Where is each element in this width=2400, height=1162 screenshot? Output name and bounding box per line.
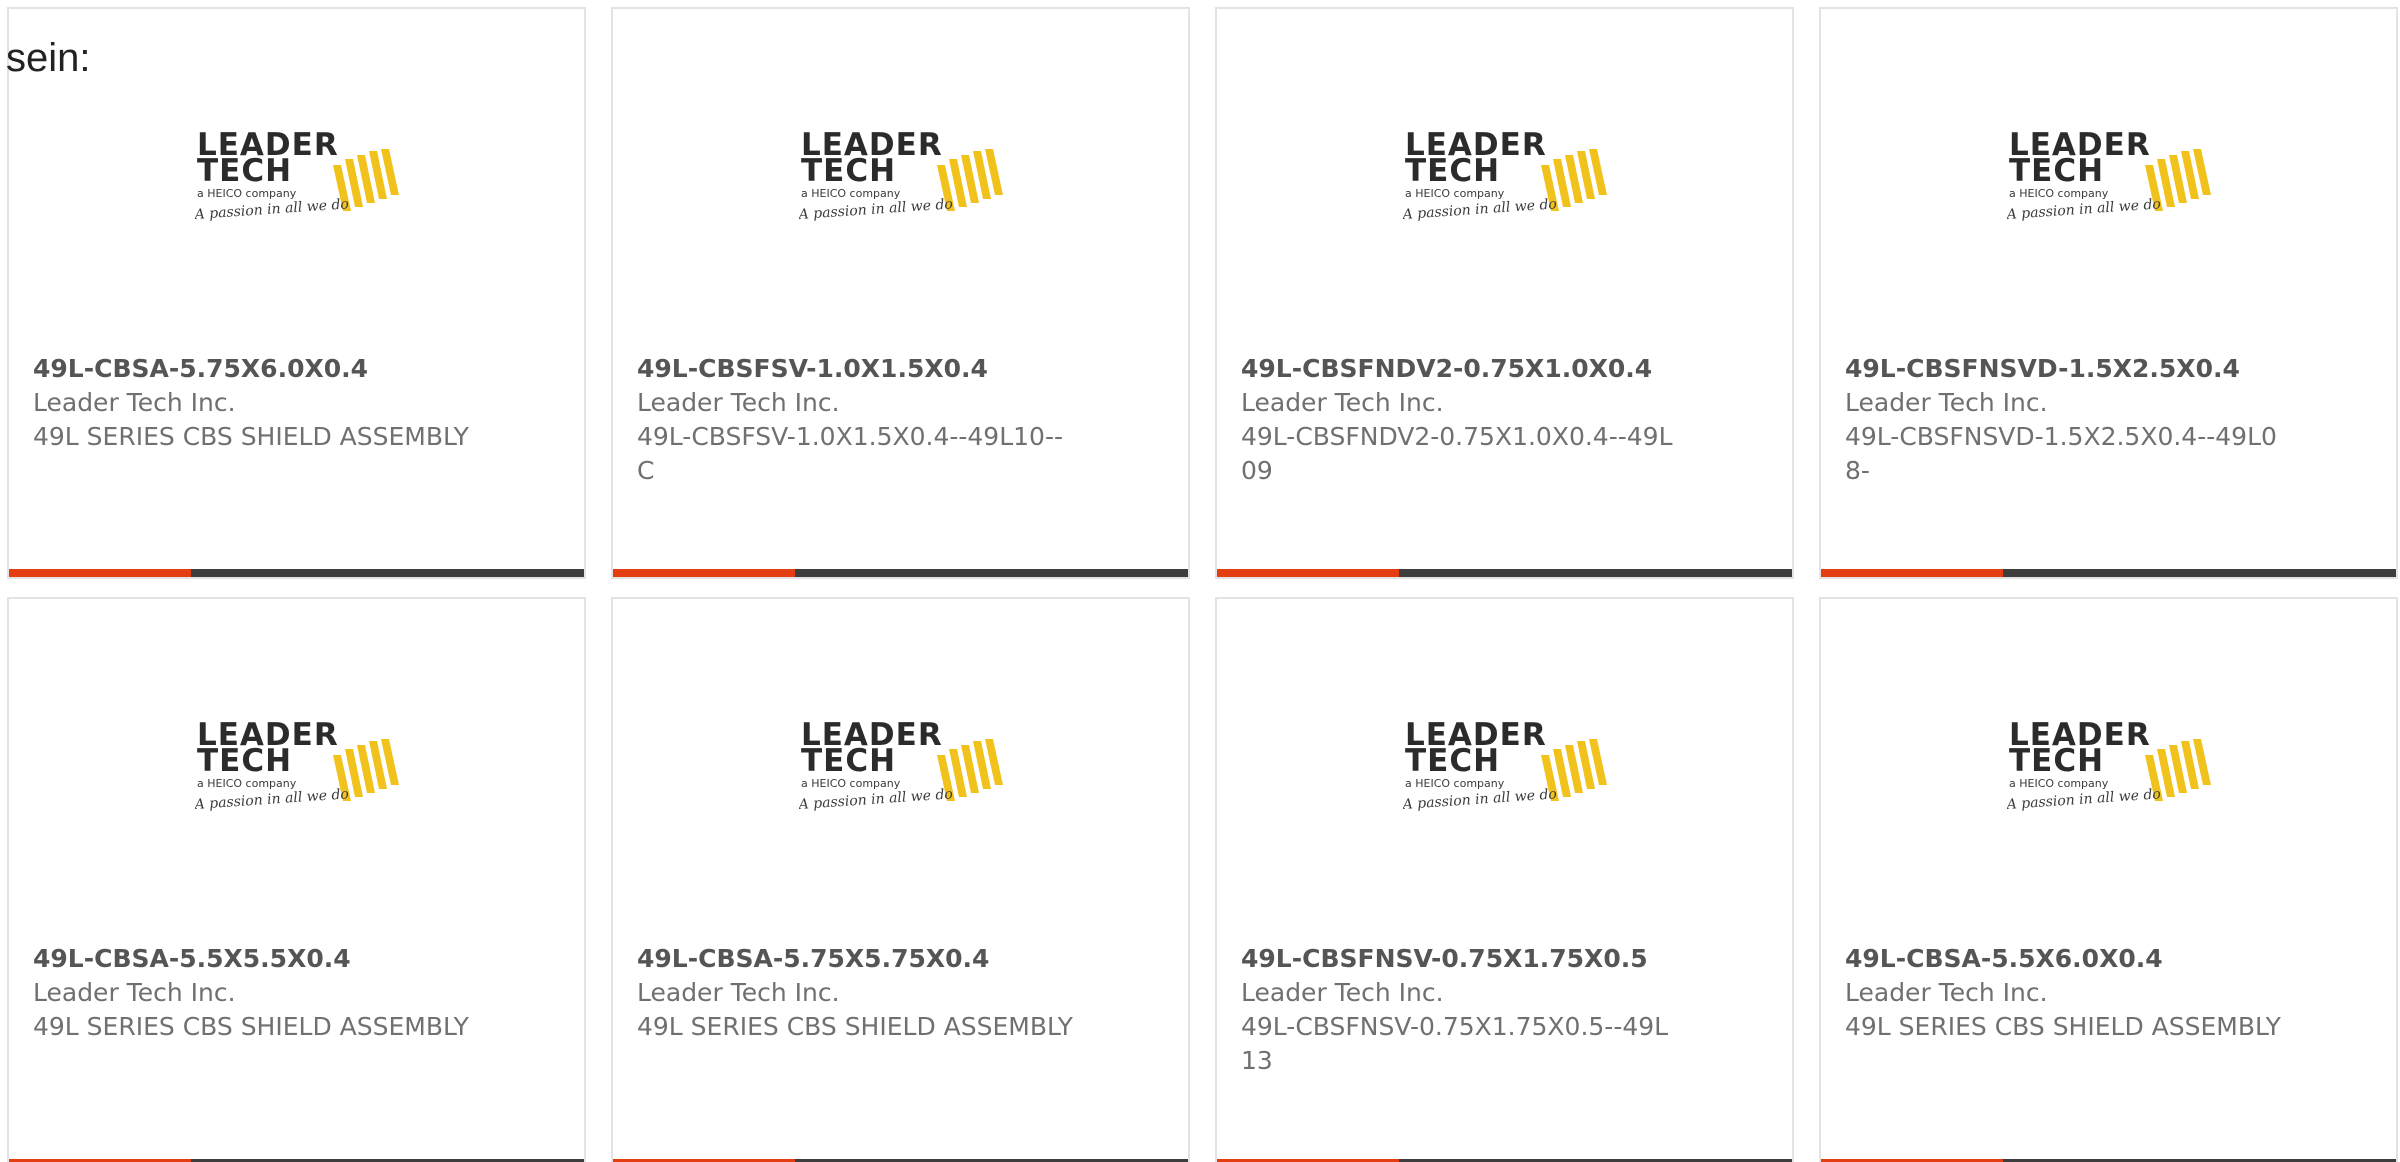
- product-manufacturer: Leader Tech Inc.: [1845, 388, 2048, 417]
- product-manufacturer: Leader Tech Inc.: [33, 388, 236, 417]
- svg-text:A passion in all we do: A passion in all we do: [195, 196, 349, 223]
- svg-text:a HEICO company: a HEICO company: [2009, 777, 2109, 790]
- brand-logo: LEADER TECH a HEICO company A passion in…: [799, 717, 1005, 817]
- card-bottom-bar: [9, 569, 584, 577]
- product-manufacturer: Leader Tech Inc.: [637, 388, 840, 417]
- product-description: 49L-CBSFNSVD-1.5X2.5X0.4--49L08-: [1845, 422, 2277, 485]
- svg-text:A passion in all we do: A passion in all we do: [2007, 196, 2161, 223]
- svg-text:A passion in all we do: A passion in all we do: [2007, 786, 2161, 813]
- card-bottom-bar: [1217, 569, 1792, 577]
- product-info: 49L-CBSFNSVD-1.5X2.5X0.4 Leader Tech Inc…: [1845, 352, 2285, 488]
- svg-text:a HEICO company: a HEICO company: [197, 777, 297, 790]
- svg-text:A passion in all we do: A passion in all we do: [1403, 786, 1557, 813]
- svg-text:TECH: TECH: [1405, 153, 1500, 189]
- product-card[interactable]: LEADER TECH a HEICO company A passion in…: [611, 597, 1190, 1162]
- card-accent-bar: [1217, 569, 1399, 577]
- product-card[interactable]: LEADER TECH a HEICO company A passion in…: [611, 7, 1190, 579]
- lead-text: sein:: [6, 36, 91, 80]
- product-part-number[interactable]: 49L-CBSA-5.5X5.5X0.4: [33, 942, 473, 976]
- product-part-number[interactable]: 49L-CBSFSV-1.0X1.5X0.4: [637, 352, 1077, 386]
- product-description: 49L SERIES CBS SHIELD ASSEMBLY: [1845, 1012, 2281, 1041]
- product-part-number[interactable]: 49L-CBSFNDV2-0.75X1.0X0.4: [1241, 352, 1681, 386]
- product-listing-page: sein: LEADER TECH a HEICO company A pass…: [0, 0, 2400, 1162]
- product-description: 49L SERIES CBS SHIELD ASSEMBLY: [637, 1012, 1073, 1041]
- svg-text:TECH: TECH: [1405, 743, 1500, 779]
- card-accent-bar: [1821, 569, 2003, 577]
- product-manufacturer: Leader Tech Inc.: [637, 978, 840, 1007]
- product-card[interactable]: LEADER TECH a HEICO company A passion in…: [1819, 7, 2398, 579]
- product-part-number[interactable]: 49L-CBSA-5.75X6.0X0.4: [33, 352, 473, 386]
- product-info: 49L-CBSA-5.5X5.5X0.4 Leader Tech Inc. 49…: [33, 942, 473, 1044]
- card-accent-bar: [9, 569, 191, 577]
- product-info: 49L-CBSFNDV2-0.75X1.0X0.4 Leader Tech In…: [1241, 352, 1681, 488]
- svg-text:A passion in all we do: A passion in all we do: [195, 786, 349, 813]
- brand-logo: LEADER TECH a HEICO company A passion in…: [799, 127, 1005, 227]
- product-description: 49L SERIES CBS SHIELD ASSEMBLY: [33, 422, 469, 451]
- product-card[interactable]: LEADER TECH a HEICO company A passion in…: [1215, 597, 1794, 1162]
- brand-logo: LEADER TECH a HEICO company A passion in…: [1403, 127, 1609, 227]
- product-description: 49L SERIES CBS SHIELD ASSEMBLY: [33, 1012, 469, 1041]
- product-info: 49L-CBSA-5.75X6.0X0.4 Leader Tech Inc. 4…: [33, 352, 473, 454]
- product-grid: LEADER TECH a HEICO company A passion in…: [7, 7, 2398, 1162]
- brand-logo: LEADER TECH a HEICO company A passion in…: [2007, 127, 2213, 227]
- product-description: 49L-CBSFNSV-0.75X1.75X0.5--49L13: [1241, 1012, 1669, 1075]
- svg-text:a HEICO company: a HEICO company: [1405, 777, 1505, 790]
- product-part-number[interactable]: 49L-CBSA-5.75X5.75X0.4: [637, 942, 1077, 976]
- svg-text:TECH: TECH: [197, 153, 292, 189]
- brand-logo: LEADER TECH a HEICO company A passion in…: [1403, 717, 1609, 817]
- brand-logo: LEADER TECH a HEICO company A passion in…: [2007, 717, 2213, 817]
- brand-logo: LEADER TECH a HEICO company A passion in…: [195, 127, 401, 227]
- product-manufacturer: Leader Tech Inc.: [1241, 388, 1444, 417]
- product-part-number[interactable]: 49L-CBSFNSVD-1.5X2.5X0.4: [1845, 352, 2285, 386]
- svg-text:A passion in all we do: A passion in all we do: [799, 196, 953, 223]
- svg-text:TECH: TECH: [2009, 743, 2104, 779]
- product-description: 49L-CBSFNDV2-0.75X1.0X0.4--49L09: [1241, 422, 1673, 485]
- product-card[interactable]: LEADER TECH a HEICO company A passion in…: [1819, 597, 2398, 1162]
- product-part-number[interactable]: 49L-CBSFNSV-0.75X1.75X0.5: [1241, 942, 1681, 976]
- product-manufacturer: Leader Tech Inc.: [33, 978, 236, 1007]
- brand-logo: LEADER TECH a HEICO company A passion in…: [195, 717, 401, 817]
- product-manufacturer: Leader Tech Inc.: [1241, 978, 1444, 1007]
- product-card[interactable]: LEADER TECH a HEICO company A passion in…: [1215, 7, 1794, 579]
- card-bottom-bar: [613, 569, 1188, 577]
- product-part-number[interactable]: 49L-CBSA-5.5X6.0X0.4: [1845, 942, 2285, 976]
- svg-text:A passion in all we do: A passion in all we do: [799, 786, 953, 813]
- product-card[interactable]: LEADER TECH a HEICO company A passion in…: [7, 597, 586, 1162]
- card-bottom-bar: [1821, 569, 2396, 577]
- svg-text:a HEICO company: a HEICO company: [1405, 187, 1505, 200]
- product-manufacturer: Leader Tech Inc.: [1845, 978, 2048, 1007]
- product-info: 49L-CBSA-5.75X5.75X0.4 Leader Tech Inc. …: [637, 942, 1077, 1044]
- svg-text:TECH: TECH: [2009, 153, 2104, 189]
- product-card[interactable]: LEADER TECH a HEICO company A passion in…: [7, 7, 586, 579]
- card-accent-bar: [613, 569, 795, 577]
- product-description: 49L-CBSFSV-1.0X1.5X0.4--49L10--C: [637, 422, 1063, 485]
- product-info: 49L-CBSFNSV-0.75X1.75X0.5 Leader Tech In…: [1241, 942, 1681, 1078]
- svg-text:a HEICO company: a HEICO company: [801, 777, 901, 790]
- svg-text:a HEICO company: a HEICO company: [2009, 187, 2109, 200]
- product-info: 49L-CBSA-5.5X6.0X0.4 Leader Tech Inc. 49…: [1845, 942, 2285, 1044]
- svg-text:TECH: TECH: [801, 153, 896, 189]
- svg-text:TECH: TECH: [197, 743, 292, 779]
- svg-text:TECH: TECH: [801, 743, 896, 779]
- svg-text:A passion in all we do: A passion in all we do: [1403, 196, 1557, 223]
- product-info: 49L-CBSFSV-1.0X1.5X0.4 Leader Tech Inc. …: [637, 352, 1077, 488]
- svg-text:a HEICO company: a HEICO company: [197, 187, 297, 200]
- svg-text:a HEICO company: a HEICO company: [801, 187, 901, 200]
